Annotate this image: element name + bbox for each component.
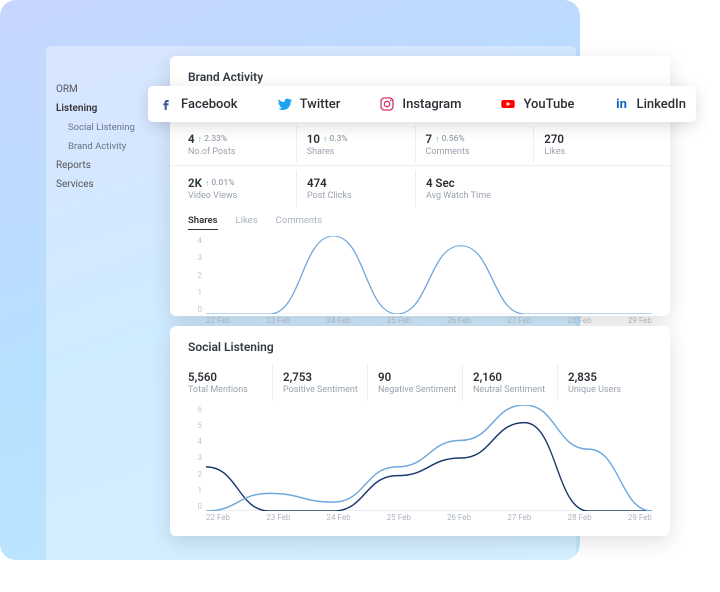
stat-video-views-label: Video Views [188,191,296,201]
stat-comments-delta: 0.56% [442,134,465,144]
activity-chart: 43210 22 Feb23 Feb24 Feb25 Feb26 Feb27 F… [188,236,652,328]
stat-likes: 270 Likes [533,126,652,163]
social-listening-card: Social Listening 5,560 Total Mentions 2,… [170,326,670,536]
chart-x-axis: 22 Feb23 Feb24 Feb25 Feb26 Feb27 Feb28 F… [206,513,652,525]
stat-watch-time-label: Avg Watch Time [426,191,534,201]
stat-total-mentions-label: Total Mentions [188,385,272,395]
tab-likes[interactable]: Likes [236,215,258,230]
social-youtube[interactable]: YouTube [500,96,574,112]
social-network-bar: Facebook Twitter Instagram YouTube in Li… [148,86,696,122]
social-twitter-label: Twitter [300,97,341,112]
social-facebook[interactable]: Facebook [158,96,238,112]
activity-stats-row-1: 4↑2.33% No.of Posts 10↑0.3% Shares 7↑0.5… [170,126,670,163]
stat-posts-label: No.of Posts [188,147,296,157]
sidebar-item-services[interactable]: Services [56,175,166,194]
stat-neutral-value: 2,160 [473,370,502,384]
listening-chart: 6543210 22 Feb23 Feb24 Feb25 Feb26 Feb27… [188,405,652,525]
social-instagram[interactable]: Instagram [379,96,461,112]
facebook-icon [158,96,174,112]
tab-shares[interactable]: Shares [188,215,218,230]
stat-positive-label: Positive Sentiment [283,385,367,395]
instagram-icon [379,96,395,112]
listening-stats-row: 5,560 Total Mentions 2,753 Positive Sent… [170,364,670,401]
sidebar-item-brand-activity[interactable]: Brand Activity [56,137,166,156]
arrow-up-icon: ↑ [205,178,210,189]
stat-neutral-label: Neutral Sentiment [473,385,557,395]
arrow-up-icon: ↑ [198,134,203,145]
stat-watch-time-value: 4 Sec [426,176,455,190]
stat-comments-value: 7 [426,132,433,146]
stat-watch-time: 4 Sec Avg Watch Time [415,170,534,207]
stat-post-clicks-value: 474 [307,176,327,190]
stat-unique-users-value: 2,835 [568,370,597,384]
stat-shares-delta: 0.3% [329,134,347,144]
activity-chart-tabs: Shares Likes Comments [170,207,670,232]
stat-video-views-value: 2K [188,176,202,190]
social-instagram-label: Instagram [402,97,461,112]
social-facebook-label: Facebook [181,97,238,112]
social-listening-title: Social Listening [170,326,670,364]
stat-total-mentions-value: 5,560 [188,370,217,384]
stat-total-mentions: 5,560 Total Mentions [188,364,272,401]
stat-unique-users-label: Unique Users [568,385,652,395]
arrow-up-icon: ↑ [323,134,328,145]
stat-unique-users: 2,835 Unique Users [557,364,652,401]
stat-posts-value: 4 [188,132,195,146]
tab-comments[interactable]: Comments [276,215,323,230]
stat-video-views: 2K↑0.01% Video Views [188,170,296,207]
stat-comments-label: Comments [426,147,534,157]
chart-y-axis: 43210 [188,236,202,314]
social-youtube-label: YouTube [523,97,574,112]
stat-shares: 10↑0.3% Shares [296,126,415,163]
stat-negative-value: 90 [378,370,391,384]
stat-neutral: 2,160 Neutral Sentiment [462,364,557,401]
stat-posts-delta: 2.33% [204,134,227,144]
stat-negative-label: Negative Sentiment [378,385,462,395]
stat-likes-value: 270 [544,132,564,146]
social-linkedin[interactable]: in LinkedIn [614,96,686,112]
stat-positive: 2,753 Positive Sentiment [272,364,367,401]
stat-video-views-delta: 0.01% [211,178,234,188]
stat-empty [534,170,652,207]
stat-posts: 4↑2.33% No.of Posts [188,126,296,163]
chart-plot-area [206,236,652,314]
stat-post-clicks-label: Post Clicks [307,191,415,201]
stat-comments: 7↑0.56% Comments [415,126,534,163]
stat-positive-value: 2,753 [283,370,312,384]
stat-post-clicks: 474 Post Clicks [296,170,415,207]
stat-shares-label: Shares [307,147,415,157]
social-twitter[interactable]: Twitter [277,96,341,112]
youtube-icon [500,96,516,112]
arrow-up-icon: ↑ [435,134,440,145]
stat-negative: 90 Negative Sentiment [367,364,462,401]
sidebar-item-reports[interactable]: Reports [56,156,166,175]
activity-stats-row-2: 2K↑0.01% Video Views 474 Post Clicks 4 S… [170,165,670,207]
social-linkedin-label: LinkedIn [637,97,686,112]
twitter-icon [277,96,293,112]
chart-plot-area [206,405,652,511]
stat-likes-label: Likes [544,147,652,157]
linkedin-icon: in [614,96,630,112]
stat-shares-value: 10 [307,132,320,146]
chart-y-axis: 6543210 [188,405,202,511]
